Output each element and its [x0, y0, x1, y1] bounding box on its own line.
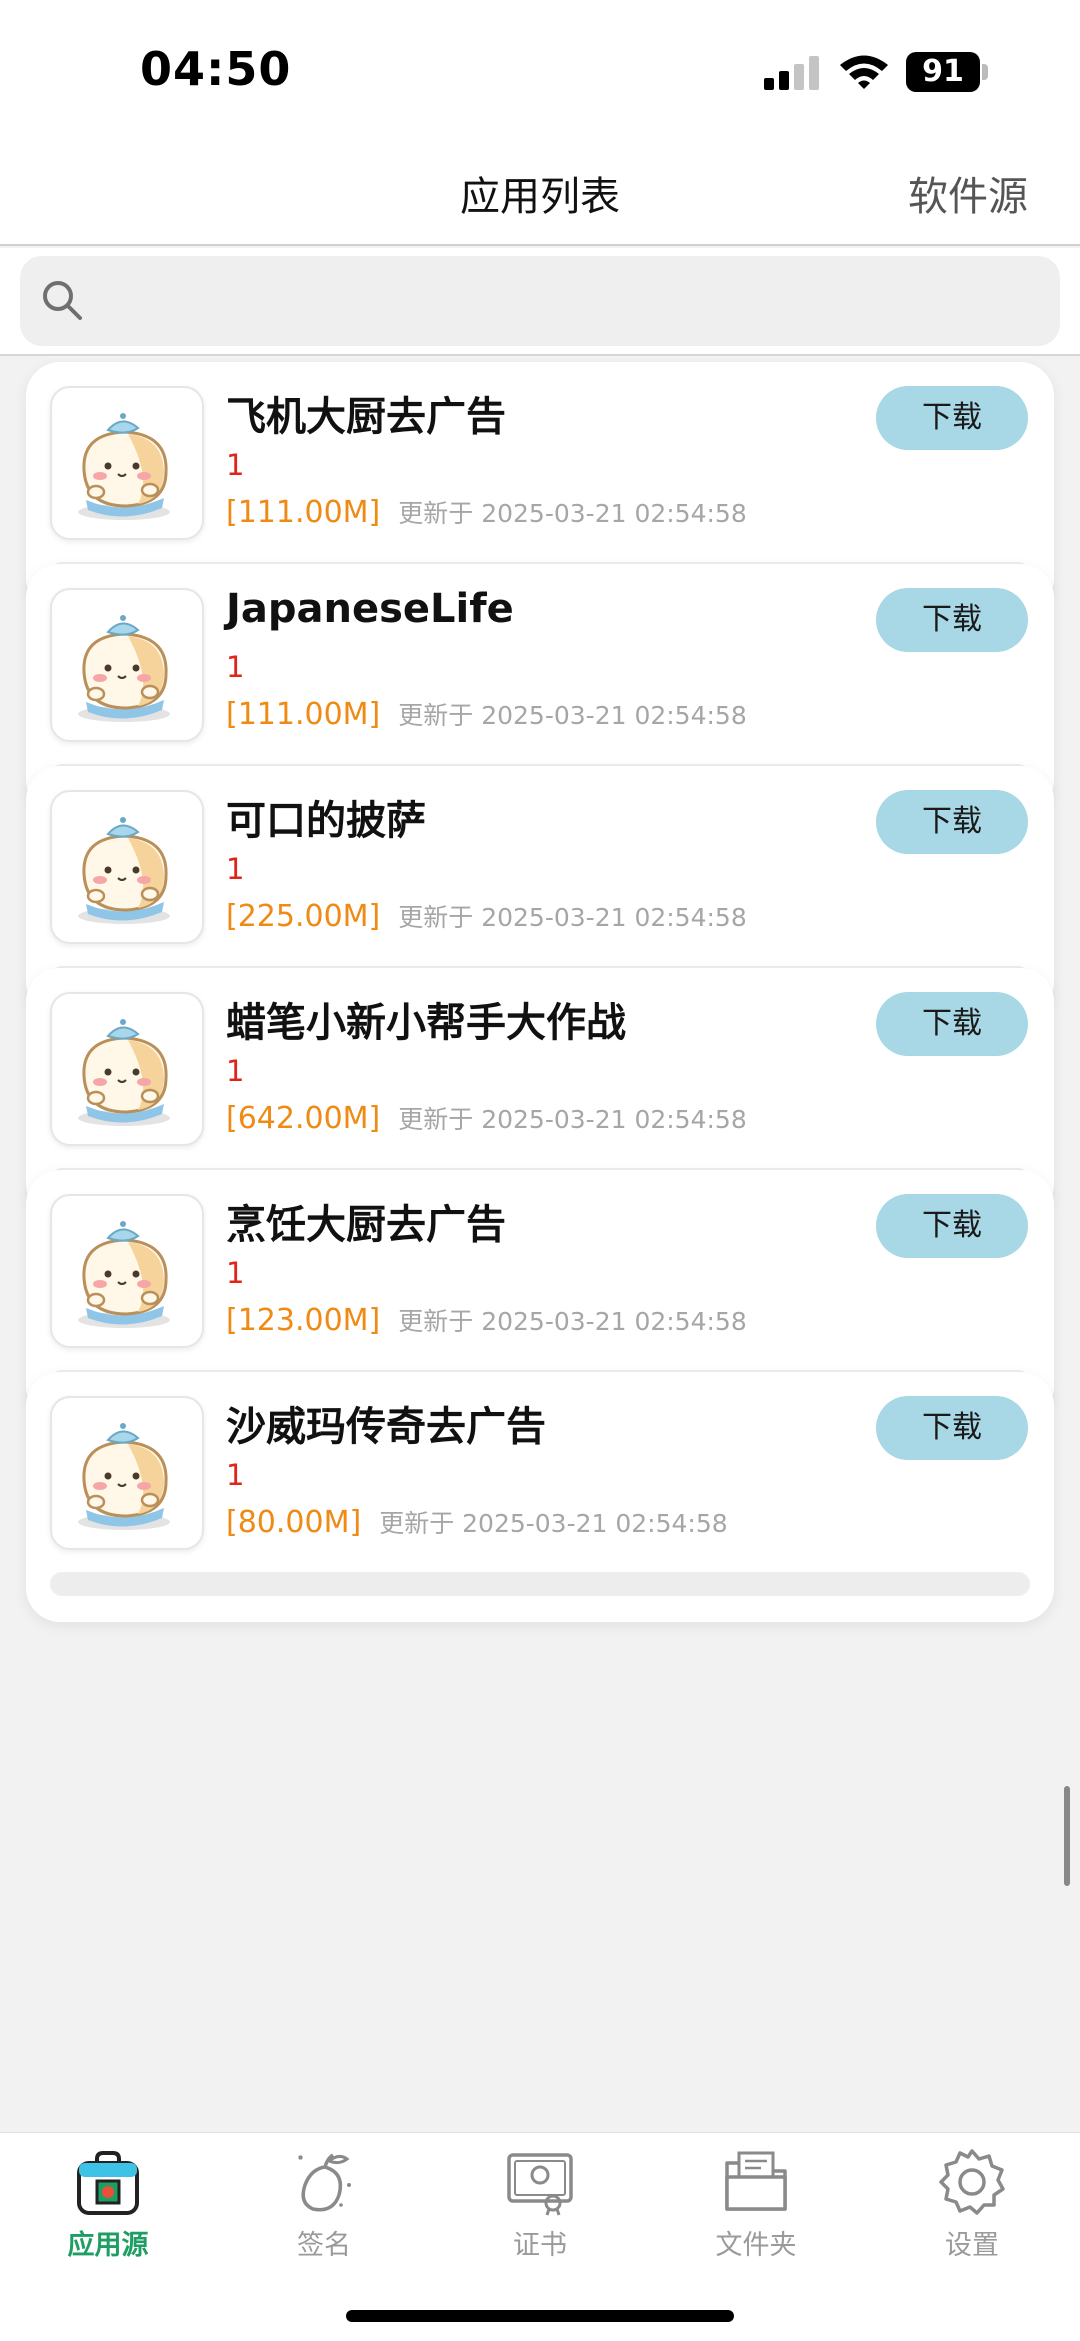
app-version: 1 — [226, 852, 245, 886]
tab-label: 设置 — [945, 2230, 999, 2261]
app-icon — [50, 1396, 204, 1550]
download-button[interactable]: 下载 — [876, 386, 1028, 450]
app-meta: [642.00M] 更新于 2025-03-21 02:54:58 — [226, 1100, 747, 1136]
home-indicator — [346, 2310, 734, 2322]
app-meta: [111.00M] 更新于 2025-03-21 02:54:58 — [226, 494, 747, 530]
download-button[interactable]: 下载 — [876, 588, 1028, 652]
app-icon — [50, 588, 204, 742]
tab-label: 签名 — [297, 2230, 351, 2261]
app-card: 沙威玛传奇去广告 1 [80.00M] 更新于 2025-03-21 02:54:… — [26, 1372, 1054, 1622]
tab-app-source[interactable]: 应用源 — [8, 2147, 208, 2267]
app-version: 1 — [226, 1458, 245, 1492]
tab-label: 应用源 — [67, 2230, 149, 2261]
app-updated-time: 更新于 2025-03-21 02:54:58 — [379, 1509, 728, 1538]
tab-settings[interactable]: 设置 — [872, 2147, 1072, 2267]
gear-icon — [939, 2149, 1005, 2215]
app-size: [225.00M] — [226, 899, 381, 934]
app-version: 1 — [226, 448, 245, 482]
app-list[interactable]: 飞机大厨去广告 1 [111.00M] 更新于 2025-03-21 02:54:… — [0, 358, 1080, 2132]
download-button[interactable]: 下载 — [876, 992, 1028, 1056]
status-bar: 04:50 91 — [0, 0, 1080, 140]
app-version: 1 — [226, 1054, 245, 1088]
navigation-bar: 应用列表 软件源 — [0, 140, 1080, 246]
app-name: 可口的披萨 — [226, 798, 426, 844]
app-name: JapaneseLife — [226, 586, 514, 632]
app-name: 烹饪大厨去广告 — [226, 1202, 506, 1248]
battery-icon: 91 — [906, 52, 988, 92]
app-name: 沙威玛传奇去广告 — [226, 1404, 546, 1450]
download-button[interactable]: 下载 — [876, 1396, 1028, 1460]
status-time: 04:50 — [140, 42, 292, 96]
app-version: 1 — [226, 1256, 245, 1290]
app-updated-time: 更新于 2025-03-21 02:54:58 — [398, 499, 747, 528]
app-updated-time: 更新于 2025-03-21 02:54:58 — [398, 1105, 747, 1134]
software-source-button[interactable]: 软件源 — [908, 164, 1028, 222]
download-progress-bar — [50, 1572, 1030, 1596]
app-name: 飞机大厨去广告 — [226, 394, 506, 440]
app-icon — [50, 790, 204, 944]
app-icon — [50, 1194, 204, 1348]
app-size: [111.00M] — [226, 495, 381, 530]
app-icon — [50, 992, 204, 1146]
download-button[interactable]: 下载 — [876, 790, 1028, 854]
tab-folder[interactable]: 文件夹 — [656, 2147, 856, 2267]
download-button[interactable]: 下载 — [876, 1194, 1028, 1258]
search-icon — [43, 281, 82, 320]
tab-label: 文件夹 — [715, 2230, 797, 2261]
app-meta: [123.00M] 更新于 2025-03-21 02:54:58 — [226, 1302, 747, 1338]
app-icon — [50, 386, 204, 540]
cellular-signal-icon — [764, 56, 819, 90]
search-input[interactable] — [20, 256, 1060, 346]
battery-cap — [982, 64, 988, 80]
app-version: 1 — [226, 650, 245, 684]
app-meta: [111.00M] 更新于 2025-03-21 02:54:58 — [226, 696, 747, 732]
app-name: 蜡笔小新小帮手大作战 — [226, 1000, 626, 1046]
app-updated-time: 更新于 2025-03-21 02:54:58 — [398, 1307, 747, 1336]
tab-sign[interactable]: 签名 — [224, 2147, 424, 2267]
app-updated-time: 更新于 2025-03-21 02:54:58 — [398, 701, 747, 730]
tab-certificate[interactable]: 证书 — [440, 2147, 640, 2267]
tab-label: 证书 — [513, 2230, 567, 2261]
app-size: [642.00M] — [226, 1101, 381, 1136]
wifi-icon — [840, 55, 888, 89]
app-size: [80.00M] — [226, 1505, 362, 1540]
app-updated-time: 更新于 2025-03-21 02:54:58 — [398, 903, 747, 932]
mango-icon — [298, 2153, 351, 2212]
folder-icon — [725, 2151, 787, 2211]
scrollbar[interactable] — [1064, 1786, 1070, 1886]
app-meta: [225.00M] 更新于 2025-03-21 02:54:58 — [226, 898, 747, 934]
battery-level: 91 — [906, 52, 980, 92]
app-meta: [80.00M] 更新于 2025-03-21 02:54:58 — [226, 1504, 728, 1540]
certificate-icon — [507, 2153, 573, 2216]
app-size: [111.00M] — [226, 697, 381, 732]
app-size: [123.00M] — [226, 1303, 381, 1338]
search-bar — [0, 248, 1080, 356]
bag-icon — [77, 2151, 139, 2215]
